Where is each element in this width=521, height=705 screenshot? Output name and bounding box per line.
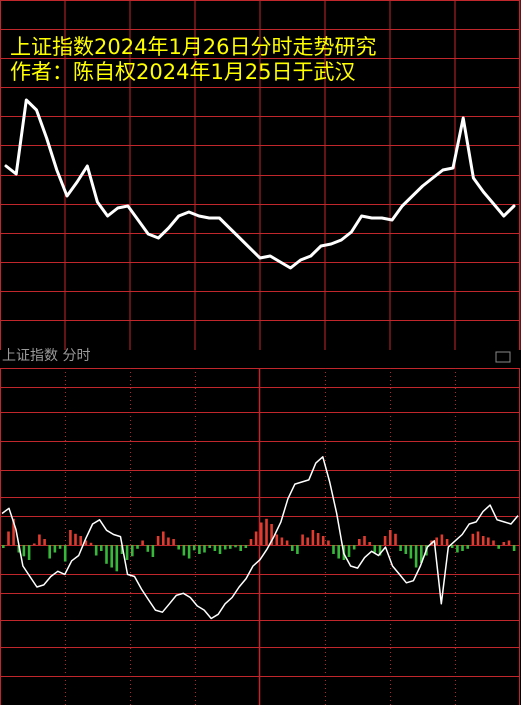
lower-volume-bar (239, 545, 242, 551)
lower-volume-bar (260, 522, 263, 545)
lower-volume-bar (27, 545, 31, 560)
lower-volume-bar (192, 545, 196, 551)
lower-volume-bar (332, 545, 335, 554)
lower-volume-bar (265, 518, 268, 546)
lower-volume-bar (2, 545, 5, 548)
lower-volume-bar (507, 540, 511, 545)
lower-volume-bar (63, 545, 67, 562)
lower-volume-bar (445, 539, 449, 545)
lower-volume-bar (7, 531, 10, 545)
lower-volume-bar (409, 545, 413, 559)
lower-volume-bar (471, 533, 475, 546)
lower-volume-bar (203, 545, 206, 553)
lower-volume-bar (285, 540, 289, 545)
lower-panel-label: 上证指数 分时 (2, 348, 90, 364)
lower-volume-bar (254, 531, 258, 545)
lower-volume-bar (43, 539, 46, 545)
lower-volume-bar (167, 537, 170, 545)
lower-volume-bar (450, 545, 454, 548)
lower-volume-bar (146, 545, 150, 552)
chart-canvas: 上证指数2024年1月26日分时走势研究 作者：陈自权2024年1月25日于武汉… (0, 0, 521, 705)
lower-volume-bar (487, 537, 490, 545)
lower-volume-bar (321, 536, 325, 545)
lower-volume-bar (306, 537, 309, 545)
lower-volume-bar (280, 537, 284, 545)
lower-volume-bar (440, 534, 444, 545)
lower-volume-bar (291, 545, 294, 551)
lower-volume-bar (229, 545, 232, 549)
lower-volume-bar (177, 545, 180, 550)
lower-volume-bar (481, 536, 485, 545)
lower-volume-bar (466, 545, 469, 549)
lower-volume-bar (358, 539, 361, 545)
chart-subtitle: 作者：陈自权2024年1月25日于武汉 (10, 60, 356, 84)
lower-volume-bar (394, 533, 397, 546)
lower-volume-bar (363, 536, 366, 545)
lower-volume-bar (373, 545, 377, 553)
lower-volume-bar (249, 539, 253, 545)
lower-volume-bar (48, 545, 51, 559)
lower-volume-bar (352, 545, 356, 550)
lower-volume-bar (79, 536, 82, 545)
lower-volume-bar (368, 542, 371, 545)
lower-volume-bar (383, 536, 387, 545)
lower-volume-bar (244, 545, 248, 548)
lower-volume-bar (213, 545, 217, 551)
lower-volume-bar (156, 536, 160, 545)
lower-volume-bar (476, 531, 480, 545)
lower-volume-bar (301, 534, 304, 545)
lower-volume-bar (347, 545, 351, 557)
lower-volume-bar (399, 545, 402, 551)
lower-volume-bar (110, 545, 113, 568)
lower-volume-bar (58, 545, 62, 549)
lower-volume-bar (337, 545, 340, 559)
lower-volume-bar (497, 545, 500, 549)
lower-volume-bar (327, 540, 330, 545)
lower-volume-bar (69, 530, 72, 545)
lower-volume-bar (404, 545, 408, 554)
lower-volume-bar (38, 534, 41, 545)
lower-volume-bar (141, 540, 144, 545)
lower-volume-bar (100, 545, 103, 551)
lower-volume-bar (208, 545, 211, 548)
lower-volume-bar (296, 545, 299, 554)
lower-volume-bar (74, 533, 77, 546)
lower-volume-bar (105, 545, 108, 564)
chart-svg: 上证指数2024年1月26日分时走势研究 作者：陈自权2024年1月25日于武汉… (0, 0, 521, 705)
lower-volume-bar (223, 545, 227, 550)
lower-volume-bar (131, 545, 134, 557)
lower-volume-bar (162, 531, 165, 545)
lower-volume-bar (172, 539, 175, 545)
lower-volume-bar (198, 545, 201, 554)
lower-volume-bar (218, 545, 222, 554)
lower-volume-bar (414, 545, 418, 568)
lower-volume-bar (136, 545, 139, 549)
lower-volume-bar (151, 545, 155, 557)
lower-volume-bar (53, 545, 57, 553)
lower-volume-bar (389, 530, 392, 545)
lower-volume-bar (316, 533, 320, 545)
lower-volume-bar (492, 540, 495, 545)
lower-volume-bar (182, 545, 186, 556)
lower-volume-bar (33, 543, 36, 545)
lower-volume-bar (234, 545, 237, 548)
lower-volume-bar (89, 542, 93, 546)
lower-volume-bar (435, 537, 438, 545)
lower-volume-bar (115, 545, 119, 572)
chart-title: 上证指数2024年1月26日分时走势研究 (10, 35, 377, 59)
lower-volume-bar (456, 545, 459, 553)
lower-volume-bar (187, 545, 191, 559)
lower-volume-bar (502, 542, 506, 545)
lower-volume-bar (311, 530, 315, 545)
lower-volume-bar (94, 545, 98, 556)
lower-volume-bar (125, 545, 129, 560)
lower-volume-bar (461, 545, 464, 551)
lower-volume-bar (22, 545, 26, 557)
lower-volume-bar (512, 545, 516, 551)
lower-volume-bar (275, 534, 279, 545)
